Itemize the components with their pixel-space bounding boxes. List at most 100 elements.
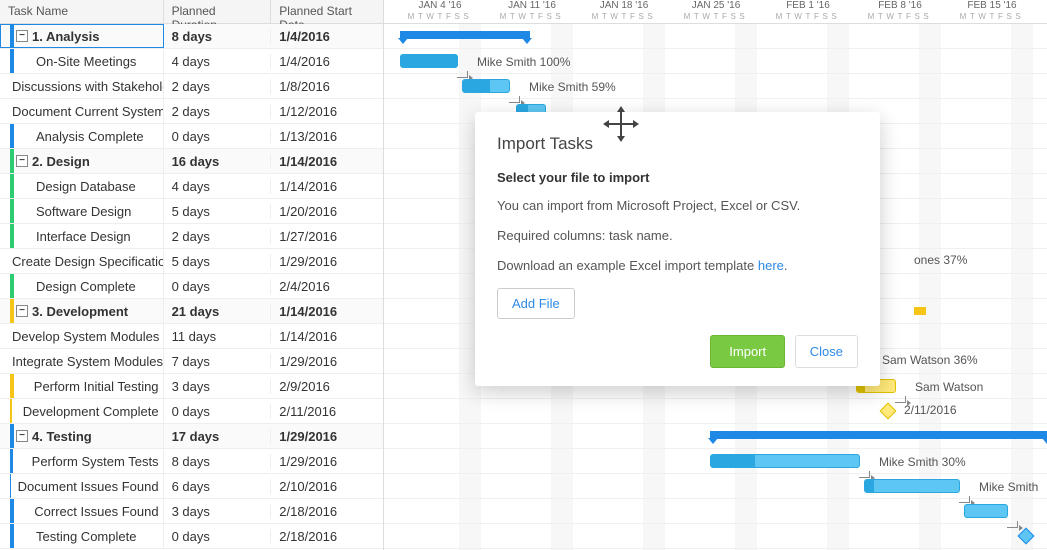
duration-cell[interactable]: 0 days bbox=[164, 129, 272, 144]
start-date-cell[interactable]: 1/14/2016 bbox=[271, 304, 383, 319]
start-date-cell[interactable]: 2/10/2016 bbox=[271, 479, 383, 494]
task-row[interactable]: Design Database4 days1/14/2016 bbox=[0, 174, 383, 199]
task-row[interactable]: Design Complete0 days2/4/2016 bbox=[0, 274, 383, 299]
task-row[interactable]: Integrate System Modules7 days1/29/2016 bbox=[0, 349, 383, 374]
duration-cell[interactable]: 3 days bbox=[164, 504, 272, 519]
task-bar[interactable]: Mike Smith 30% bbox=[710, 454, 860, 468]
duration-cell[interactable]: 8 days bbox=[164, 454, 272, 469]
task-row[interactable]: On-Site Meetings4 days1/4/2016 bbox=[0, 49, 383, 74]
task-name-cell[interactable]: Perform System Tests bbox=[0, 449, 164, 473]
duration-cell[interactable]: 0 days bbox=[164, 404, 272, 419]
start-date-cell[interactable]: 1/12/2016 bbox=[271, 104, 383, 119]
task-row[interactable]: Perform Initial Testing3 days2/9/2016 bbox=[0, 374, 383, 399]
start-date-cell[interactable]: 1/29/2016 bbox=[271, 454, 383, 469]
task-row[interactable]: Testing Complete0 days2/18/2016 bbox=[0, 524, 383, 549]
task-row[interactable]: Create Design Specification5 days1/29/20… bbox=[0, 249, 383, 274]
milestone-icon[interactable] bbox=[880, 403, 897, 420]
duration-cell[interactable]: 21 days bbox=[164, 304, 272, 319]
col-planned-duration[interactable]: Planned Duration bbox=[164, 0, 272, 23]
start-date-cell[interactable]: 1/29/2016 bbox=[271, 254, 383, 269]
task-row[interactable]: −1. Analysis8 days1/4/2016 bbox=[0, 24, 383, 49]
task-name-cell[interactable]: Design Database bbox=[0, 174, 164, 198]
task-bar[interactable] bbox=[964, 504, 1008, 518]
duration-cell[interactable]: 16 days bbox=[164, 154, 272, 169]
collapse-icon[interactable]: − bbox=[16, 155, 28, 167]
start-date-cell[interactable]: 2/18/2016 bbox=[271, 529, 383, 544]
task-name-cell[interactable]: Design Complete bbox=[0, 274, 164, 298]
start-date-cell[interactable]: 2/18/2016 bbox=[271, 504, 383, 519]
start-date-cell[interactable]: 1/27/2016 bbox=[271, 229, 383, 244]
duration-cell[interactable]: 7 days bbox=[164, 354, 272, 369]
col-planned-start[interactable]: Planned Start Date bbox=[271, 0, 383, 23]
task-bar[interactable]: Mike Smith bbox=[864, 479, 960, 493]
task-name-cell[interactable]: Testing Complete bbox=[0, 524, 164, 548]
task-row[interactable]: Perform System Tests8 days1/29/2016 bbox=[0, 449, 383, 474]
start-date-cell[interactable]: 1/14/2016 bbox=[271, 179, 383, 194]
task-row[interactable]: Document Issues Found6 days2/10/2016 bbox=[0, 474, 383, 499]
task-row[interactable]: −3. Development21 days1/14/2016 bbox=[0, 299, 383, 324]
duration-cell[interactable]: 4 days bbox=[164, 179, 272, 194]
task-name-cell[interactable]: −4. Testing bbox=[0, 424, 164, 448]
task-name-cell[interactable]: −2. Design bbox=[0, 149, 164, 173]
task-name-cell[interactable]: Integrate System Modules bbox=[0, 349, 164, 373]
collapse-icon[interactable]: − bbox=[16, 30, 28, 42]
start-date-cell[interactable]: 1/29/2016 bbox=[271, 354, 383, 369]
task-row[interactable]: −2. Design16 days1/14/2016 bbox=[0, 149, 383, 174]
duration-cell[interactable]: 2 days bbox=[164, 104, 272, 119]
task-row[interactable]: Interface Design2 days1/27/2016 bbox=[0, 224, 383, 249]
start-date-cell[interactable]: 1/20/2016 bbox=[271, 204, 383, 219]
task-row[interactable]: Discussions with Stakeholders2 days1/8/2… bbox=[0, 74, 383, 99]
task-name-cell[interactable]: On-Site Meetings bbox=[0, 49, 164, 73]
task-row[interactable]: Development Complete0 days2/11/2016 bbox=[0, 399, 383, 424]
task-name-cell[interactable]: Discussions with Stakeholders bbox=[0, 74, 164, 98]
task-name-cell[interactable]: Create Design Specification bbox=[0, 249, 164, 273]
task-name-cell[interactable]: Correct Issues Found bbox=[0, 499, 164, 523]
task-name-cell[interactable]: Develop System Modules bbox=[0, 324, 164, 348]
start-date-cell[interactable]: 1/14/2016 bbox=[271, 329, 383, 344]
duration-cell[interactable]: 17 days bbox=[164, 429, 272, 444]
import-button[interactable]: Import bbox=[710, 335, 785, 368]
task-name-cell[interactable]: Interface Design bbox=[0, 224, 164, 248]
duration-cell[interactable]: 3 days bbox=[164, 379, 272, 394]
task-row[interactable]: Develop System Modules11 days1/14/2016 bbox=[0, 324, 383, 349]
start-date-cell[interactable]: 2/9/2016 bbox=[271, 379, 383, 394]
start-date-cell[interactable]: 1/8/2016 bbox=[271, 79, 383, 94]
duration-cell[interactable]: 11 days bbox=[164, 329, 272, 344]
task-name-cell[interactable]: −1. Analysis bbox=[0, 24, 164, 48]
collapse-icon[interactable]: − bbox=[16, 430, 28, 442]
duration-cell[interactable]: 2 days bbox=[164, 229, 272, 244]
duration-cell[interactable]: 0 days bbox=[164, 529, 272, 544]
summary-bar[interactable] bbox=[400, 31, 530, 39]
start-date-cell[interactable]: 1/14/2016 bbox=[271, 154, 383, 169]
summary-bar[interactable] bbox=[710, 431, 1047, 439]
task-row[interactable]: Software Design5 days1/20/2016 bbox=[0, 199, 383, 224]
duration-cell[interactable]: 0 days bbox=[164, 279, 272, 294]
start-date-cell[interactable]: 1/4/2016 bbox=[271, 29, 383, 44]
close-button[interactable]: Close bbox=[795, 335, 858, 368]
duration-cell[interactable]: 5 days bbox=[164, 204, 272, 219]
task-name-cell[interactable]: Document Current Systems bbox=[0, 99, 164, 123]
task-name-cell[interactable]: Perform Initial Testing bbox=[0, 374, 164, 398]
duration-cell[interactable]: 8 days bbox=[164, 29, 272, 44]
start-date-cell[interactable]: 2/4/2016 bbox=[271, 279, 383, 294]
task-name-cell[interactable]: Analysis Complete bbox=[0, 124, 164, 148]
milestone-icon[interactable] bbox=[1018, 528, 1035, 545]
task-name-cell[interactable]: Software Design bbox=[0, 199, 164, 223]
col-task-name[interactable]: Task Name bbox=[0, 0, 164, 23]
add-file-button[interactable]: Add File bbox=[497, 288, 575, 319]
task-name-cell[interactable]: Document Issues Found bbox=[0, 474, 164, 498]
start-date-cell[interactable]: 1/29/2016 bbox=[271, 429, 383, 444]
task-row[interactable]: Analysis Complete0 days1/13/2016 bbox=[0, 124, 383, 149]
collapse-icon[interactable]: − bbox=[16, 305, 28, 317]
start-date-cell[interactable]: 1/4/2016 bbox=[271, 54, 383, 69]
task-row[interactable]: Document Current Systems2 days1/12/2016 bbox=[0, 99, 383, 124]
task-name-cell[interactable]: Development Complete bbox=[0, 399, 164, 423]
task-row[interactable]: Correct Issues Found3 days2/18/2016 bbox=[0, 499, 383, 524]
start-date-cell[interactable]: 2/11/2016 bbox=[271, 404, 383, 419]
duration-cell[interactable]: 4 days bbox=[164, 54, 272, 69]
task-bar[interactable]: Mike Smith 100% bbox=[400, 54, 458, 68]
task-row[interactable]: −4. Testing17 days1/29/2016 bbox=[0, 424, 383, 449]
duration-cell[interactable]: 2 days bbox=[164, 79, 272, 94]
task-bar[interactable]: Mike Smith 59% bbox=[462, 79, 510, 93]
start-date-cell[interactable]: 1/13/2016 bbox=[271, 129, 383, 144]
